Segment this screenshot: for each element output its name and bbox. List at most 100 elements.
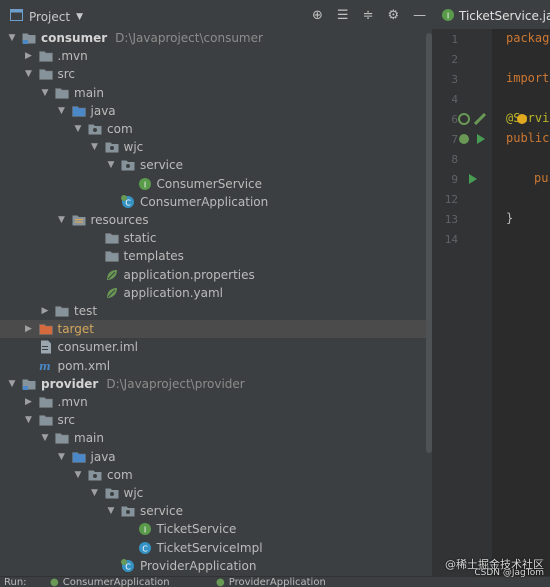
line-number: 9 bbox=[451, 173, 458, 186]
tree-node[interactable]: ▼ service bbox=[0, 156, 432, 174]
bean-gutter-icon[interactable] bbox=[458, 133, 470, 148]
chevron-down-icon[interactable]: ▼ bbox=[89, 142, 101, 152]
code-line[interactable]: } bbox=[506, 211, 513, 225]
chevron-down-icon[interactable]: ▼ bbox=[72, 470, 84, 480]
chevron-down-icon[interactable]: ▼ bbox=[56, 215, 68, 225]
excluded-folder-icon bbox=[38, 322, 53, 336]
tree-node[interactable]: ▶application.properties bbox=[0, 266, 432, 284]
tree-node[interactable]: ▼ java bbox=[0, 448, 432, 466]
spring-gutter-icon[interactable] bbox=[473, 112, 487, 128]
chevron-down-icon[interactable]: ▼ bbox=[105, 160, 117, 170]
chevron-right-icon[interactable]: ▶ bbox=[39, 306, 51, 316]
chevron-down-icon[interactable]: ▼ bbox=[23, 415, 35, 425]
tree-node[interactable]: ▼ resources bbox=[0, 211, 432, 229]
tree-node[interactable]: ▶static bbox=[0, 229, 432, 247]
run-gutter-icon[interactable] bbox=[468, 173, 478, 188]
collapse-all-icon[interactable]: ≑ bbox=[363, 8, 374, 23]
chevron-down-icon[interactable]: ▼ bbox=[56, 106, 68, 116]
tree-node[interactable]: ▶ test bbox=[0, 302, 432, 320]
run-gutter-icon[interactable] bbox=[476, 133, 486, 148]
editor-gutter bbox=[432, 29, 492, 579]
tree-node[interactable]: ▼ java bbox=[0, 102, 432, 120]
tree-node-label: wjc bbox=[123, 486, 144, 500]
tree-node[interactable]: ▶CProviderApplication bbox=[0, 557, 432, 575]
svg-text:I: I bbox=[143, 180, 145, 189]
code-line[interactable]: public bbox=[506, 131, 549, 145]
chevron-down-icon[interactable]: ▼ bbox=[39, 88, 51, 98]
folder-icon bbox=[55, 304, 69, 318]
code-line[interactable]: import bbox=[506, 71, 549, 85]
package-icon bbox=[88, 468, 102, 482]
chevron-down-icon: ▼ bbox=[76, 11, 83, 22]
chevron-down-icon[interactable]: ▼ bbox=[39, 433, 51, 443]
tree-node[interactable]: ▼ consumer D:\Javaproject\consumer bbox=[0, 29, 432, 47]
hide-icon[interactable]: — bbox=[413, 8, 426, 23]
tree-node[interactable]: ▼ src bbox=[0, 65, 432, 83]
expand-all-icon[interactable]: ☰ bbox=[337, 8, 349, 23]
code-editor[interactable]: 1package23import46@Servi7public89pu1213}… bbox=[432, 29, 550, 579]
chevron-right-icon[interactable]: ▶ bbox=[23, 397, 35, 407]
tree-node[interactable]: ▶mpom.xml bbox=[0, 357, 432, 375]
gear-icon[interactable]: ⚙ bbox=[387, 8, 399, 23]
tree-node-label: templates bbox=[123, 249, 184, 264]
svg-text:I: I bbox=[143, 526, 145, 535]
tree-node[interactable]: ▶ .mvn bbox=[0, 47, 432, 65]
tree-node[interactable]: ▶ITicketService bbox=[0, 520, 432, 538]
tree-node[interactable]: ▶ .mvn bbox=[0, 393, 432, 411]
tree-node[interactable]: ▼ wjc bbox=[0, 484, 432, 502]
tree-node[interactable]: ▼ com bbox=[0, 120, 432, 138]
line-number: 2 bbox=[451, 53, 458, 66]
tree-node-label: .mvn bbox=[57, 395, 88, 409]
watermark-line2: CSDN @JagTom bbox=[474, 568, 544, 578]
spring-boot-class-icon: C bbox=[121, 558, 135, 573]
interface-icon: I bbox=[138, 522, 152, 536]
tree-node-label: consumer.iml bbox=[57, 340, 138, 355]
tree-node[interactable]: ▼ main bbox=[0, 84, 432, 102]
code-line[interactable]: package bbox=[506, 31, 550, 45]
tree-node[interactable]: ▶CConsumerApplication bbox=[0, 193, 432, 211]
tree-node[interactable]: ▶application.yaml bbox=[0, 284, 432, 302]
tree-node[interactable]: ▼ com bbox=[0, 466, 432, 484]
interface-icon: I bbox=[138, 177, 152, 191]
tree-node[interactable]: ▼ service bbox=[0, 502, 432, 520]
code-line[interactable]: pu bbox=[534, 171, 548, 185]
chevron-down-icon[interactable]: ▼ bbox=[23, 69, 35, 79]
line-number: 6 bbox=[451, 113, 458, 126]
tree-node-label: service bbox=[140, 504, 183, 519]
chevron-down-icon[interactable]: ▼ bbox=[6, 33, 18, 43]
source-folder-icon bbox=[71, 104, 86, 118]
tree-node-label: wjc bbox=[123, 140, 144, 155]
tree-node[interactable]: ▶templates bbox=[0, 247, 432, 265]
tree-node-label: target bbox=[57, 322, 95, 337]
chevron-down-icon[interactable]: ▼ bbox=[89, 488, 101, 498]
package-icon bbox=[121, 504, 135, 518]
chevron-right-icon[interactable]: ▶ bbox=[23, 51, 35, 61]
tree-node-label: ConsumerApplication bbox=[140, 194, 269, 209]
package-icon bbox=[121, 158, 135, 172]
tree-node[interactable]: ▶CTicketServiceImpl bbox=[0, 539, 432, 557]
project-view-selector[interactable]: Project ▼ bbox=[10, 9, 83, 24]
locate-icon[interactable]: ⊕ bbox=[312, 8, 323, 23]
project-view-title: Project bbox=[29, 9, 71, 24]
tree-node[interactable]: ▼ wjc bbox=[0, 138, 432, 156]
spring-bean-gutter-icon[interactable] bbox=[458, 113, 470, 128]
tree-node-label: src bbox=[57, 67, 76, 82]
tree-node[interactable]: ▶consumer.iml bbox=[0, 338, 432, 356]
tree-node-label: service bbox=[140, 158, 183, 173]
tree-node[interactable]: ▼ src bbox=[0, 411, 432, 429]
tree-node-label: application.properties bbox=[123, 267, 255, 282]
package-icon bbox=[105, 486, 119, 500]
chevron-right-icon[interactable]: ▶ bbox=[23, 324, 35, 334]
chevron-down-icon[interactable]: ▼ bbox=[6, 379, 18, 389]
spring-boot-class-icon: C bbox=[121, 194, 135, 209]
tree-node[interactable]: ▼ main bbox=[0, 429, 432, 447]
interface-icon: I bbox=[442, 9, 454, 24]
chevron-down-icon[interactable]: ▼ bbox=[72, 124, 84, 134]
module-path: D:\Javaproject\consumer bbox=[115, 31, 263, 45]
chevron-down-icon[interactable]: ▼ bbox=[105, 506, 117, 516]
chevron-down-icon[interactable]: ▼ bbox=[56, 452, 68, 462]
tree-node[interactable]: ▶IConsumerService bbox=[0, 175, 432, 193]
bulb-icon[interactable] bbox=[516, 113, 528, 128]
tree-node[interactable]: ▼ provider D:\Javaproject\provider bbox=[0, 375, 432, 393]
tree-node[interactable]: ▶ target bbox=[0, 320, 432, 339]
